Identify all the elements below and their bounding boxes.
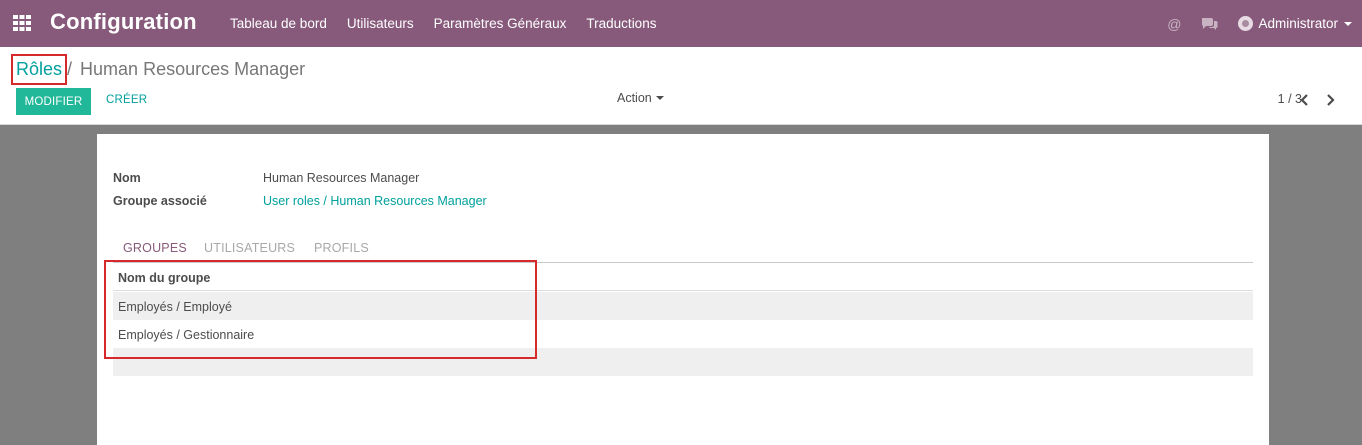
at-icon[interactable]: @ <box>1167 16 1181 32</box>
group-label: Groupe associé <box>113 194 207 208</box>
caret-down-icon <box>655 96 664 100</box>
menu-item-general-settings[interactable]: Paramètres Généraux <box>424 16 577 31</box>
menu-item-users[interactable]: Utilisateurs <box>337 16 424 31</box>
table-row[interactable]: Employés / Gestionnaire <box>113 320 1253 348</box>
avatar <box>1238 16 1254 31</box>
name-label: Nom <box>113 171 141 185</box>
top-navbar: Configuration Tableau de bord Utilisateu… <box>0 0 1362 47</box>
tab-users[interactable]: UTILISATEURS <box>204 241 295 255</box>
control-panel: Rôles / Human Resources Manager MODIFIER… <box>0 47 1362 125</box>
breadcrumb: Rôles / Human Resources Manager <box>16 59 305 80</box>
group-link[interactable]: User roles / Human Resources Manager <box>263 194 487 208</box>
edit-button[interactable]: MODIFIER <box>16 88 91 115</box>
form-tabs: GROUPES UTILISATEURS PROFILS <box>113 239 1253 263</box>
action-dropdown[interactable]: Action <box>617 91 664 105</box>
name-value: Human Resources Manager <box>263 171 420 185</box>
table-header: Nom du groupe <box>113 264 1253 291</box>
tab-profiles[interactable]: PROFILS <box>314 241 369 255</box>
action-label: Action <box>617 91 652 105</box>
breadcrumb-roles-link[interactable]: Rôles <box>16 59 62 80</box>
table-cell: Employés / Gestionnaire <box>118 328 255 342</box>
user-name: Administrator <box>1258 16 1338 31</box>
chat-icon[interactable] <box>1201 17 1218 31</box>
breadcrumb-separator: / <box>67 59 73 79</box>
app-title: Configuration <box>50 9 197 34</box>
navbar-right: @ Administrator <box>1167 0 1362 47</box>
breadcrumb-current: Human Resources Manager <box>80 59 306 79</box>
table-row[interactable]: Employés / Employé <box>113 292 1253 320</box>
caret-down-icon <box>1344 21 1352 26</box>
menu-item-dashboard[interactable]: Tableau de bord <box>220 16 337 31</box>
user-menu[interactable]: Administrator <box>1238 16 1352 31</box>
menu-item-translations[interactable]: Traductions <box>576 16 666 31</box>
apps-grid-icon[interactable] <box>13 15 31 31</box>
table-row-empty <box>113 348 1253 376</box>
main-menu: Tableau de bord Utilisateurs Paramètres … <box>220 0 666 47</box>
tab-groups[interactable]: GROUPES <box>123 241 187 255</box>
create-button[interactable]: CRÉER <box>106 94 147 106</box>
table-cell: Employés / Employé <box>118 300 232 314</box>
chevron-left-icon[interactable] <box>1298 93 1312 107</box>
chevron-right-icon[interactable] <box>1323 93 1337 107</box>
column-header-group-name[interactable]: Nom du groupe <box>118 271 210 285</box>
